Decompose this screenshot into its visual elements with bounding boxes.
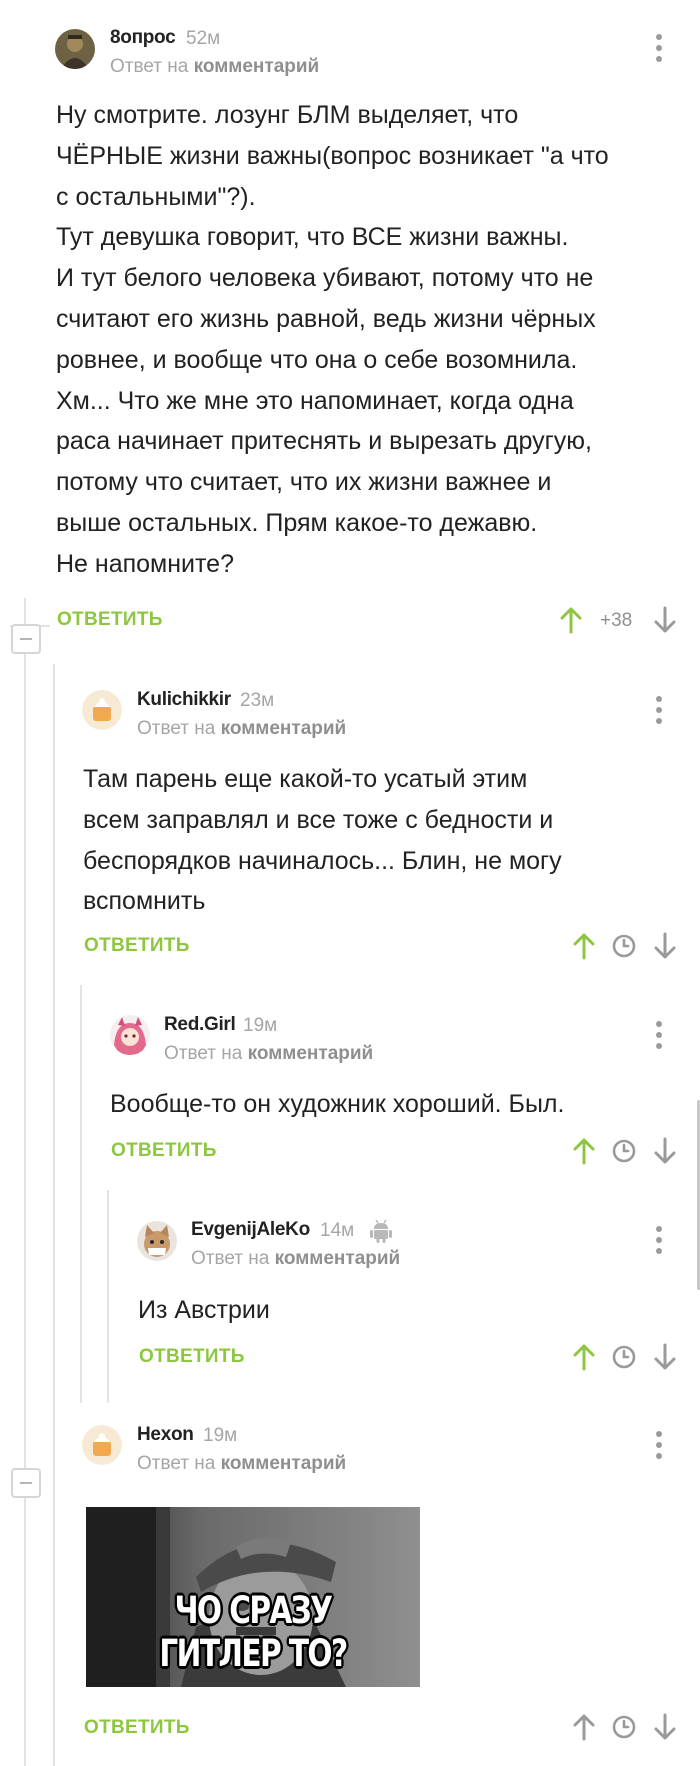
comment-time: 19м xyxy=(203,1425,238,1446)
author-name[interactable]: EvgenijAleKo xyxy=(191,1219,310,1241)
thread-line-level2 xyxy=(53,664,55,1766)
reply-to-prefix: Ответ на xyxy=(191,1248,270,1269)
text-line: Тут девушка говорит, что ВСЕ жизни важны… xyxy=(56,223,569,252)
reply-button[interactable]: ОТВЕТИТЬ xyxy=(139,1346,245,1368)
text-line: беспорядков начиналось... Блин, не могу xyxy=(83,846,562,875)
avatar[interactable] xyxy=(55,29,95,69)
author-name[interactable]: Red.Girl xyxy=(164,1014,236,1036)
text-line: Из Австрии xyxy=(138,1296,270,1324)
arrow-up-icon[interactable] xyxy=(570,1343,598,1371)
clock-icon[interactable] xyxy=(610,1137,638,1165)
reply-button[interactable]: ОТВЕТИТЬ xyxy=(84,935,190,957)
text-line: И тут белого человека убивают, потому чт… xyxy=(56,264,594,293)
text-line: Там парень еще какой-то усатый этим xyxy=(83,765,528,793)
avatar-image-icon xyxy=(110,1015,150,1055)
arrow-down-icon[interactable] xyxy=(651,932,679,960)
thread-line-level3 xyxy=(80,985,82,1403)
reply-to-prefix: Ответ на xyxy=(137,1453,216,1474)
reply-to-label: Ответ на комментарий xyxy=(164,1043,373,1065)
text-line: Вообще-то он художник хороший. Был. xyxy=(110,1090,565,1118)
clock-icon[interactable] xyxy=(610,1343,638,1371)
reply-to-link[interactable]: комментарий xyxy=(221,718,347,739)
meme-image[interactable]: ЧО СРАЗУ ГИТЛЕР ТО? xyxy=(86,1507,420,1687)
avatar-image-icon xyxy=(55,29,95,69)
text-line: раса начинает притеснять и вырезать друг… xyxy=(56,427,592,456)
text-line: Не напомните? xyxy=(56,549,234,578)
thread-line-level1 xyxy=(24,598,26,1766)
avatar[interactable] xyxy=(82,1425,122,1465)
text-line: ЧЁРНЫЕ жизни важны(вопрос возникает "а ч… xyxy=(56,141,609,170)
arrow-down-icon[interactable] xyxy=(651,1713,679,1741)
avatar[interactable] xyxy=(82,690,122,730)
reply-to-prefix: Ответ на xyxy=(137,718,216,739)
clock-icon[interactable] xyxy=(610,1713,638,1741)
text-line: с остальными"?). xyxy=(56,182,256,211)
thread-line-level4 xyxy=(107,1190,109,1403)
more-vertical-icon[interactable] xyxy=(655,1021,663,1053)
default-avatar-icon xyxy=(82,1425,122,1465)
text-line: выше остальных. Прям какое-то дежавю. xyxy=(56,508,538,537)
reply-button[interactable]: ОТВЕТИТЬ xyxy=(57,609,163,631)
default-avatar-icon xyxy=(82,690,122,730)
collapse-thread-button[interactable] xyxy=(11,1468,41,1498)
author-name[interactable]: 8опрос xyxy=(110,27,176,49)
more-vertical-icon[interactable] xyxy=(655,1431,663,1463)
reply-to-link[interactable]: комментарий xyxy=(248,1043,374,1064)
arrow-up-icon[interactable] xyxy=(570,1137,598,1165)
reply-button[interactable]: ОТВЕТИТЬ xyxy=(84,1717,190,1739)
reply-to-link[interactable]: комментарий xyxy=(275,1248,401,1269)
more-vertical-icon[interactable] xyxy=(655,696,663,728)
author-name[interactable]: Hexon xyxy=(137,1424,194,1446)
more-vertical-icon[interactable] xyxy=(655,34,663,66)
reply-to-label: Ответ на комментарий xyxy=(110,56,319,78)
rating-value: +38 xyxy=(600,610,633,631)
text-line: ровнее, и вообще что она о себе возомнил… xyxy=(56,345,578,374)
text-line: потому что считает, что их жизни важнее … xyxy=(56,468,552,497)
comment-time: 23м xyxy=(240,690,275,711)
arrow-up-icon[interactable] xyxy=(570,932,598,960)
more-vertical-icon[interactable] xyxy=(655,1226,663,1258)
reply-to-label: Ответ на комментарий xyxy=(137,1453,346,1475)
clock-icon[interactable] xyxy=(610,932,638,960)
comment-text: Ну смотрите. лозунг БЛМ выделяет, что ЧЁ… xyxy=(56,95,686,585)
reply-to-label: Ответ на комментарий xyxy=(191,1248,400,1270)
comment-time: 52м xyxy=(186,28,221,49)
text-line: всем заправлял и все тоже с бедности и xyxy=(83,805,554,834)
text-line: Ну смотрите. лозунг БЛМ выделяет, что xyxy=(56,101,519,129)
comment-time: 14м xyxy=(320,1220,355,1241)
reply-button[interactable]: ОТВЕТИТЬ xyxy=(111,1140,217,1162)
reply-to-label: Ответ на комментарий xyxy=(137,718,346,740)
arrow-up-icon[interactable] xyxy=(570,1713,598,1741)
android-icon xyxy=(370,1219,392,1243)
author-name[interactable]: Kulichikkir xyxy=(137,689,231,711)
comment-time: 19м xyxy=(243,1015,278,1036)
arrow-up-icon[interactable] xyxy=(557,606,585,634)
avatar-image-icon xyxy=(137,1221,177,1261)
comment-text: Там парень еще какой-то усатый этим всем… xyxy=(83,759,683,922)
reply-to-prefix: Ответ на xyxy=(164,1043,243,1064)
avatar[interactable] xyxy=(137,1221,177,1261)
arrow-down-icon[interactable] xyxy=(651,1343,679,1371)
arrow-down-icon[interactable] xyxy=(651,606,679,634)
text-line: считают его жизнь равной, ведь жизни чёр… xyxy=(56,304,596,333)
arrow-down-icon[interactable] xyxy=(651,1137,679,1165)
reply-to-link[interactable]: комментарий xyxy=(221,1453,347,1474)
collapse-thread-button[interactable] xyxy=(11,624,41,654)
reply-to-prefix: Ответ на xyxy=(110,56,189,77)
avatar[interactable] xyxy=(110,1015,150,1055)
comment-text: Вообще-то он художник хороший. Был. xyxy=(110,1084,670,1125)
comment-text: Из Австрии xyxy=(138,1290,658,1331)
meme-caption: ЧО СРАЗУ ГИТЛЕР ТО? xyxy=(159,1589,348,1675)
text-line: вспомнить xyxy=(83,887,206,916)
text-line: Хм... Что же мне это напоминает, когда о… xyxy=(56,386,574,415)
reply-to-link[interactable]: комментарий xyxy=(194,56,320,77)
